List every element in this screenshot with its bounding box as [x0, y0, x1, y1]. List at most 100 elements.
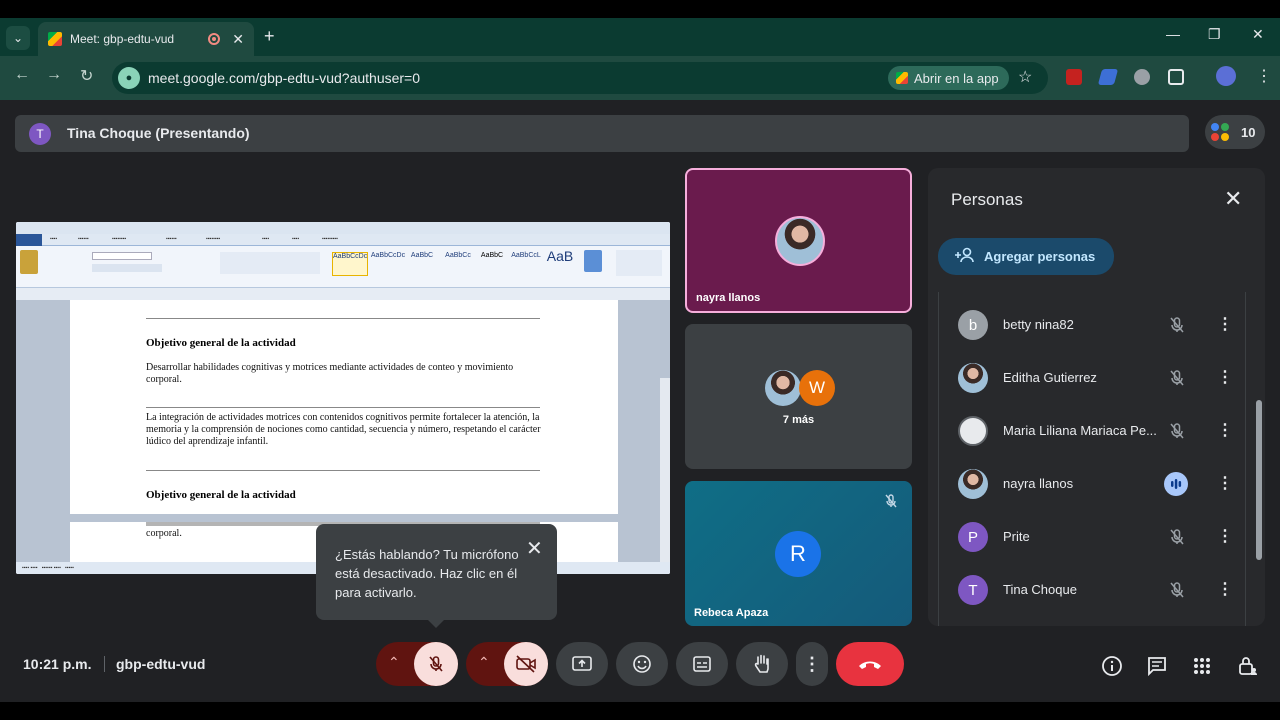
meet-favicon-icon [48, 32, 62, 46]
camera-control-group: ⌃ [466, 642, 548, 686]
url-text: meet.google.com/gbp-edtu-vud?authuser=0 [148, 70, 421, 86]
list-item[interactable]: T Tina Choque ⋮ [939, 565, 1245, 615]
more-participants-label: 7 más [782, 414, 815, 426]
person-name: Tina Choque [1003, 582, 1077, 597]
more-options-icon[interactable]: ⋮ [1217, 314, 1233, 334]
more-options-button[interactable]: ⋮ [796, 642, 828, 686]
end-call-icon [859, 661, 881, 669]
close-tab-icon[interactable]: ✕ [232, 31, 244, 48]
forward-icon[interactable]: → [46, 66, 62, 84]
apps-grid-icon [1194, 658, 1210, 674]
extension-pen-icon[interactable] [1097, 69, 1119, 85]
shared-screen: ▪▪▪▪ ▪▪▪▪▪▪ ▪▪▪▪▪▪▪▪ ▪▪▪▪▪▪ ▪▪▪▪▪▪▪▪ ▪▪▪… [16, 222, 670, 574]
meeting-code: gbp-edtu-vud [116, 656, 206, 672]
person-name: nayra llanos [1003, 476, 1074, 491]
person-name: Prite [1003, 529, 1030, 544]
mic-off-icon [1167, 580, 1187, 600]
raise-hand-icon [754, 654, 769, 673]
document-page-1: Objetivo general de la actividad Desarro… [70, 300, 618, 514]
participant-tile-rebeca[interactable]: R Rebeca Apaza [685, 481, 912, 626]
address-bar[interactable]: ● meet.google.com/gbp-edtu-vud?authuser=… [112, 62, 1048, 94]
camera-off-icon [516, 655, 536, 673]
back-icon[interactable]: ← [14, 66, 30, 84]
participant-tile-more[interactable]: W 7 más [685, 324, 912, 469]
people-list: b betty nina82 ⋮ Editha Gutierrez ⋮ Mari… [938, 292, 1246, 626]
participant-name: nayra llanos [696, 292, 761, 304]
reload-icon[interactable]: ↻ [80, 66, 93, 86]
presenter-avatar: T [29, 123, 51, 145]
mic-off-icon [1167, 315, 1187, 335]
microphone-in-use-icon[interactable]: ● [118, 67, 140, 89]
tab-search-button[interactable]: ⌄ [6, 26, 30, 50]
meeting-time: 10:21 p.m. [23, 656, 92, 672]
list-item[interactable]: Maria Liliana Mariaca Pe... ⋮ [939, 406, 1245, 456]
more-options-icon[interactable]: ⋮ [1217, 473, 1233, 493]
captions-button[interactable] [676, 642, 728, 686]
leave-call-button[interactable] [836, 642, 904, 686]
list-item[interactable]: Editha Gutierrez ⋮ [939, 353, 1245, 403]
profile-avatar[interactable] [1216, 66, 1236, 86]
mic-options-chevron-icon[interactable]: ⌃ [388, 654, 400, 671]
add-person-icon [954, 247, 976, 266]
word-menu-tabs: ▪▪▪▪ ▪▪▪▪▪▪ ▪▪▪▪▪▪▪▪ ▪▪▪▪▪▪ ▪▪▪▪▪▪▪▪ ▪▪▪… [16, 234, 670, 246]
doc-heading: Objetivo general de la actividad [146, 489, 296, 501]
person-photo [958, 416, 988, 446]
more-options-icon[interactable]: ⋮ [1217, 420, 1233, 440]
meeting-details-button[interactable] [1100, 654, 1124, 678]
list-item[interactable]: nayra llanos ⋮ [939, 459, 1245, 509]
mic-off-icon [1167, 421, 1187, 441]
person-photo [958, 469, 988, 499]
person-avatar: T [958, 575, 988, 605]
doc-paragraph: La integración de actividades motrices c… [146, 412, 541, 447]
close-window-icon[interactable]: ✕ [1252, 26, 1264, 43]
participants-icon [1211, 123, 1231, 143]
doc-paragraph: Desarrollar habilidades cognitivas y mot… [146, 362, 514, 385]
mic-off-icon [1167, 368, 1187, 388]
extension-m-icon[interactable] [1066, 69, 1082, 85]
people-list-scrollbar[interactable] [1256, 400, 1262, 560]
reactions-button[interactable] [616, 642, 668, 686]
close-tooltip-icon[interactable]: ✕ [526, 536, 543, 561]
word-ruler [16, 288, 670, 300]
add-people-button[interactable]: Agregar personas [938, 238, 1114, 275]
extensions-puzzle-icon[interactable] [1168, 69, 1184, 85]
close-panel-icon[interactable]: ✕ [1224, 186, 1242, 212]
extension-tool-icon[interactable] [1134, 69, 1150, 85]
chat-button[interactable] [1145, 654, 1169, 678]
presenting-text: Tina Choque (Presentando) [67, 125, 250, 141]
panel-title: Personas [951, 190, 1023, 209]
new-tab-button[interactable]: + [264, 26, 275, 47]
tab-meet[interactable]: Meet: gbp-edtu-vud ✕ [38, 22, 254, 56]
bookmark-star-icon[interactable]: ☆ [1018, 67, 1032, 87]
speaking-indicator-icon [1164, 472, 1188, 496]
participant-avatar: R [775, 531, 821, 577]
camera-options-chevron-icon[interactable]: ⌃ [478, 654, 490, 671]
present-screen-button[interactable] [556, 642, 608, 686]
participants-button[interactable]: 10 [1205, 115, 1265, 149]
minimize-icon[interactable]: — [1166, 26, 1180, 42]
person-avatar: P [958, 522, 988, 552]
list-item[interactable]: P Prite ⋮ [939, 512, 1245, 562]
host-controls-button[interactable] [1236, 654, 1260, 678]
more-options-icon[interactable]: ⋮ [1217, 526, 1233, 546]
activities-button[interactable] [1190, 654, 1214, 678]
open-in-app-button[interactable]: Abrir en la app [888, 66, 1009, 90]
raise-hand-button[interactable] [736, 642, 788, 686]
tab-bar: ⌄ Meet: gbp-edtu-vud ✕ + — ❐ ✕ [0, 18, 1280, 56]
participant-tile-nayra[interactable]: nayra llanos [685, 168, 912, 313]
word-ribbon: AaBbCcDc AaBbCcDc AaBbC AaBbCc AaBbC AaB… [16, 246, 670, 288]
app-frame: ⌄ Meet: gbp-edtu-vud ✕ + — ❐ ✕ ← → ↻ ● m… [0, 18, 1280, 702]
participant-count: 10 [1241, 125, 1256, 140]
mic-toggle-button[interactable] [414, 642, 458, 686]
browser-menu-icon[interactable]: ⋮ [1256, 66, 1272, 86]
camera-toggle-button[interactable] [504, 642, 548, 686]
mic-control-group: ⌃ [376, 642, 458, 686]
more-options-icon[interactable]: ⋮ [1217, 579, 1233, 599]
mic-muted-tooltip: ¿Estás hablando? Tu micrófono está desac… [316, 524, 557, 628]
list-item[interactable]: b betty nina82 ⋮ [939, 300, 1245, 350]
captions-icon [693, 656, 711, 672]
word-scrollbar [660, 378, 670, 574]
add-people-label: Agregar personas [984, 249, 1096, 264]
more-options-icon[interactable]: ⋮ [1217, 367, 1233, 387]
restore-icon[interactable]: ❐ [1208, 26, 1221, 43]
